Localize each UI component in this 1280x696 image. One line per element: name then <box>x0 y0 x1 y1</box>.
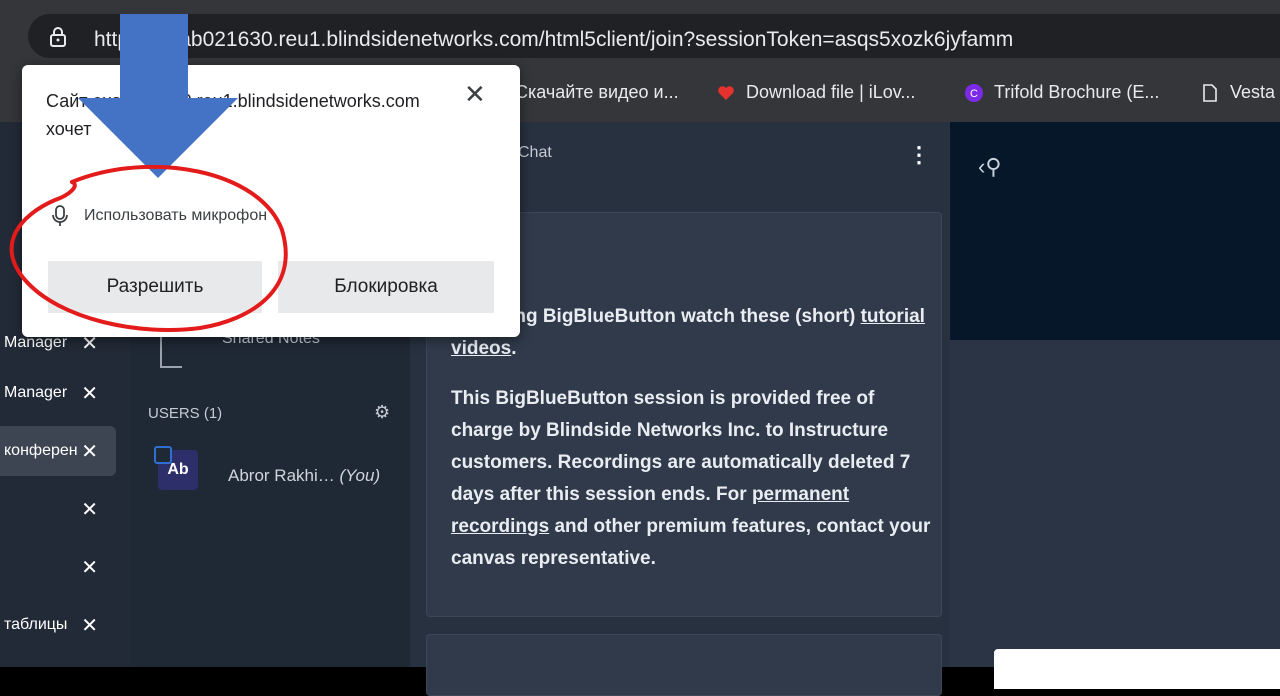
chat-message <box>426 634 942 696</box>
chat-title: Chat <box>518 144 552 161</box>
svg-text:C: C <box>970 88 978 100</box>
welcome-message-text: …p using BigBlueButton watch these (shor… <box>451 306 931 569</box>
bookmark-label: Trifold Brochure (E... <box>994 82 1160 102</box>
more-options-icon[interactable]: ⋮ <box>908 142 930 168</box>
bookmark-label: Скачайте видео и... <box>515 82 679 102</box>
bookmark-ilove[interactable]: Download file | iLov... <box>716 82 915 103</box>
users-header: USERS (1) <box>148 405 223 422</box>
close-icon[interactable]: ✕ <box>81 613 98 638</box>
user-list-item[interactable]: Ab Abror Rakhi… (You) <box>148 440 410 490</box>
permission-row: Использовать микрофон <box>52 205 267 227</box>
bookmark-label: Vesta <box>1230 82 1276 102</box>
url-text[interactable]: https://exab021630.reu1.blindsidenetwork… <box>94 28 1013 52</box>
user-list-toggle-icon[interactable]: ‹⚲ <box>978 154 1001 180</box>
strip-item[interactable]: таблицы ✕ <box>0 600 116 650</box>
page-icon <box>1203 83 1217 102</box>
block-button[interactable]: Блокировка <box>278 261 494 313</box>
strip-item[interactable]: ✕ <box>0 542 116 592</box>
close-icon[interactable]: ✕ <box>81 497 98 522</box>
presentation-slide <box>994 649 1280 689</box>
strip-item[interactable]: Manager ✕ <box>0 368 116 418</box>
bookmark-video[interactable]: Скачайте видео и... <box>515 82 679 103</box>
dialog-title: Сайт exab021630.reu1.blindsidenetworks.c… <box>46 91 420 139</box>
microphone-icon <box>52 205 68 226</box>
strip-item[interactable]: ✕ <box>0 484 116 534</box>
permission-dialog: Сайт exab021630.reu1.blindsidenetworks.c… <box>22 65 520 337</box>
close-icon[interactable]: ✕ <box>464 79 486 110</box>
close-icon[interactable]: ✕ <box>81 439 98 464</box>
close-icon[interactable]: ✕ <box>81 555 98 580</box>
canva-icon: C <box>965 83 983 102</box>
allow-button[interactable]: Разрешить <box>48 261 262 313</box>
lock-icon[interactable] <box>48 27 68 47</box>
webcam-area: ‹⚲ <box>950 122 1280 340</box>
presenter-badge-icon <box>154 446 172 464</box>
presentation-area: ‹⚲ <box>950 122 1280 689</box>
bookmark-vesta[interactable]: Vesta <box>1200 82 1275 103</box>
heart-icon <box>718 85 734 100</box>
close-icon[interactable]: ✕ <box>81 381 98 406</box>
permission-label: Использовать микрофон <box>84 207 268 224</box>
user-name: Abror Rakhi… (You) <box>228 466 381 485</box>
notes-icon <box>160 334 182 368</box>
strip-item-active[interactable]: конферен ✕ <box>0 426 116 476</box>
bookmark-label: Download file | iLov... <box>746 82 916 102</box>
gear-icon[interactable]: ⚙ <box>374 402 390 423</box>
bookmark-canva[interactable]: C Trifold Brochure (E... <box>964 82 1159 103</box>
